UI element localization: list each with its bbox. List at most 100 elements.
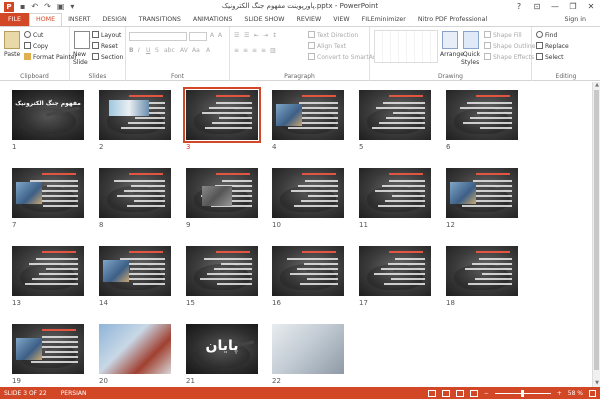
shape-effects-button[interactable]: Shape Effects [484,53,534,61]
slide-thumbnail[interactable] [99,168,171,218]
zoom-slider-knob[interactable] [520,389,524,397]
bold-icon[interactable]: B [129,47,134,54]
tab-slide-show[interactable]: SLIDE SHOW [238,13,290,26]
sign-in-link[interactable]: Sign in [565,16,586,23]
tab-nitro-pdf[interactable]: Nitro PDF Professional [412,13,493,26]
slide-thumbnail[interactable] [359,90,431,140]
slide-thumbnail[interactable] [272,90,344,140]
tab-transitions[interactable]: TRANSITIONS [133,13,187,26]
tab-animations[interactable]: ANIMATIONS [187,13,239,26]
quick-styles-button[interactable]: Quick [463,51,480,58]
numbering-icon[interactable]: ☰ [244,32,249,39]
find-button[interactable]: Find [536,31,557,39]
underline-icon[interactable]: U [146,47,150,54]
fit-to-window-icon[interactable] [589,389,596,397]
shape-outline-button[interactable]: Shape Outline [484,42,535,50]
zoom-level[interactable]: 58 % [568,390,583,397]
new-slide-label-2[interactable]: Slide [73,59,88,66]
align-right-icon[interactable]: ≡ [252,47,257,54]
vertical-scrollbar[interactable]: ▲ ▼ [592,82,600,387]
tab-review[interactable]: REVIEW [291,13,328,26]
grow-font-icon[interactable]: A [210,32,214,39]
select-button[interactable]: Select [536,53,564,61]
cut-button[interactable]: Cut [24,31,43,39]
reset-button[interactable]: Reset [92,42,118,50]
quick-styles-button-2[interactable]: Styles [461,59,479,66]
slide-thumbnail[interactable] [272,324,344,374]
arrange-button[interactable]: Arrange [440,51,464,58]
quick-styles-icon[interactable] [463,31,479,49]
slide-thumbnail[interactable] [183,87,261,143]
character-spacing-icon[interactable]: AV [180,47,188,54]
zoom-out-icon[interactable]: − [484,390,489,397]
slide-thumbnail[interactable] [446,246,518,296]
italic-icon[interactable]: I [138,47,140,54]
slide-thumbnail[interactable] [359,246,431,296]
shadow-icon[interactable]: S [155,47,159,54]
scrollbar-thumb[interactable] [594,90,599,370]
tab-insert[interactable]: INSERT [62,13,96,26]
slide-indicator[interactable]: SLIDE 3 OF 22 [4,390,47,397]
align-left-icon[interactable]: ≡ [234,47,239,54]
increase-indent-icon[interactable]: ⇥ [263,32,268,39]
bullets-icon[interactable]: ☰ [234,32,239,39]
scroll-down-arrow-icon[interactable]: ▼ [593,380,600,387]
slide-sorter-view[interactable]: مفهوم جنگ الکترونیک 1 2 3 4 5 6 7 8 9 10 11 12 13 14 15… [0,82,592,387]
shape-fill-button[interactable]: Shape Fill [484,31,522,39]
copy-button[interactable]: Copy [24,42,48,50]
paste-icon[interactable] [4,31,20,49]
convert-smartart-button[interactable]: Convert to SmartArt [308,53,378,61]
slide-thumbnail[interactable] [359,168,431,218]
align-text-button[interactable]: Align Text [308,42,346,50]
normal-view-icon[interactable] [427,389,436,397]
ribbon-display-options-button[interactable]: ⊡ [528,0,546,13]
slide-show-view-icon[interactable] [469,389,478,397]
tab-home[interactable]: HOME [28,13,63,26]
slide-thumbnail[interactable] [12,324,84,374]
slide-thumbnail[interactable] [272,246,344,296]
scroll-up-arrow-icon[interactable]: ▲ [593,82,600,89]
slide-thumbnail[interactable] [12,168,84,218]
slide-thumbnail[interactable]: مفهوم جنگ الکترونیک [12,90,84,140]
shapes-gallery[interactable] [374,30,438,63]
minimize-button[interactable]: — [546,0,564,13]
font-family-combobox[interactable] [129,32,187,41]
slide-thumbnail[interactable] [12,246,84,296]
slide-thumbnail[interactable] [99,246,171,296]
slide-thumbnail[interactable] [446,90,518,140]
tab-design[interactable]: DESIGN [96,13,132,26]
slide-thumbnail[interactable]: پایان [186,324,258,374]
slide-thumbnail[interactable] [272,168,344,218]
tab-file[interactable]: FILE [0,13,29,26]
font-size-combobox[interactable] [189,32,207,41]
arrange-icon[interactable] [442,31,458,49]
decrease-indent-icon[interactable]: ⇤ [254,32,259,39]
restore-button[interactable]: ❐ [564,0,582,13]
language-indicator[interactable]: PERSIAN [61,390,87,397]
line-spacing-icon[interactable]: ↕ [272,32,277,39]
slide-thumbnail[interactable] [99,90,171,140]
section-button[interactable]: Section [92,53,123,61]
reading-view-icon[interactable] [455,389,464,397]
text-direction-button[interactable]: Text Direction [308,31,358,39]
slide-thumbnail[interactable] [186,168,258,218]
new-slide-label[interactable]: New [73,51,86,58]
help-button[interactable]: ? [510,0,528,13]
font-color-icon[interactable]: A [206,47,210,54]
slide-thumbnail[interactable] [186,246,258,296]
close-button[interactable]: ✕ [582,0,600,13]
tab-view[interactable]: VIEW [327,13,355,26]
tab-fileminimizer[interactable]: FILEminimizer [356,13,412,26]
zoom-in-icon[interactable]: + [557,390,562,397]
paste-button[interactable]: Paste [4,51,20,58]
align-center-icon[interactable]: ≡ [243,47,248,54]
layout-button[interactable]: Layout [92,31,121,39]
change-case-icon[interactable]: Aa [192,47,200,54]
slide-thumbnail[interactable] [99,324,171,374]
columns-icon[interactable]: ▥ [270,47,276,54]
new-slide-icon[interactable] [74,31,90,49]
shrink-font-icon[interactable]: A [218,32,222,39]
justify-icon[interactable]: ≡ [261,47,266,54]
slide-thumbnail[interactable] [446,168,518,218]
replace-button[interactable]: Replace [536,42,569,50]
